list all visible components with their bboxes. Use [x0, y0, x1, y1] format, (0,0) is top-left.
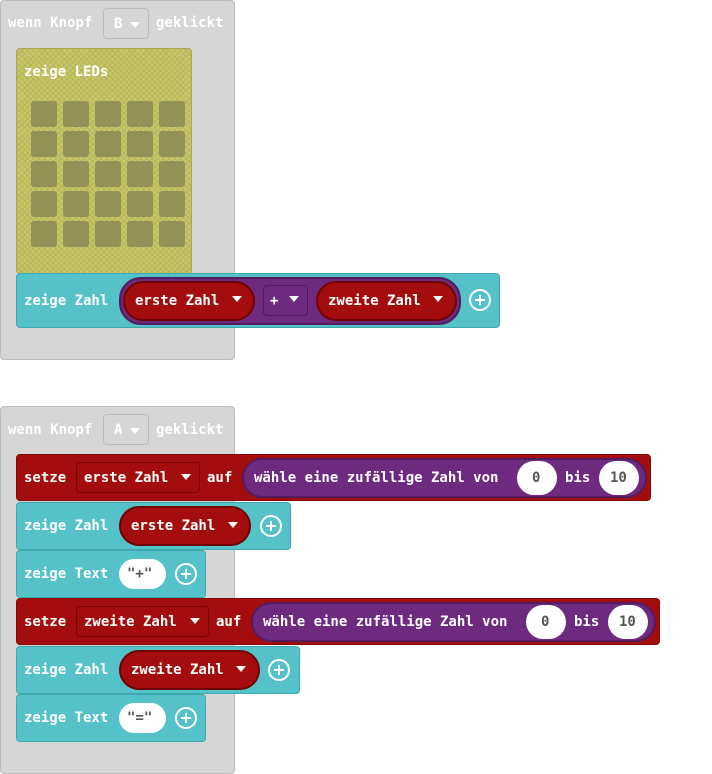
plus-circle-icon[interactable] [175, 707, 197, 729]
chevron-down-icon [289, 296, 299, 302]
led[interactable] [127, 161, 153, 187]
led[interactable] [31, 191, 57, 217]
set-variable-name: erste Zahl [84, 470, 169, 486]
random-from-value: 0 [532, 470, 541, 486]
led[interactable] [127, 101, 153, 127]
led[interactable] [31, 221, 57, 247]
show-text-label: zeige Text [24, 710, 109, 726]
random-to-value: 10 [619, 614, 636, 630]
show-number-label: zeige Zahl [24, 293, 109, 309]
show-leds-label: zeige LEDs [24, 64, 109, 80]
plus-circle-icon[interactable] [175, 563, 197, 585]
led[interactable] [63, 101, 89, 127]
variable-zweite-zahl-label: zweite Zahl [131, 662, 224, 678]
led[interactable] [159, 131, 185, 157]
led[interactable] [31, 101, 57, 127]
operator-value: + [270, 293, 279, 309]
led[interactable] [127, 191, 153, 217]
led[interactable] [31, 161, 57, 187]
chevron-down-icon [232, 296, 242, 302]
set-label: setze [24, 614, 67, 630]
led[interactable] [159, 101, 185, 127]
led[interactable] [159, 221, 185, 247]
variable-zweite-zahl-label: zweite Zahl [328, 293, 421, 309]
led[interactable] [63, 161, 89, 187]
plus-circle-icon[interactable] [260, 515, 282, 537]
random-label: wähle eine zufällige Zahl von [254, 470, 499, 486]
event-a-button-value: A [114, 422, 123, 438]
show-text-label: zeige Text [24, 566, 109, 582]
random-to-value: 10 [610, 470, 627, 486]
chevron-down-icon [236, 666, 246, 672]
led[interactable] [159, 161, 185, 187]
text-value: "=" [127, 710, 153, 726]
chevron-down-icon [130, 428, 140, 434]
to-word-label: bis [565, 470, 591, 486]
led[interactable] [63, 191, 89, 217]
variable-erste-zahl-label: erste Zahl [131, 518, 216, 534]
random-label: wähle eine zufällige Zahl von [263, 614, 508, 630]
led[interactable] [95, 101, 121, 127]
show-number-label: zeige Zahl [24, 518, 109, 534]
text-value: "+" [127, 566, 153, 582]
led[interactable] [127, 131, 153, 157]
led[interactable] [95, 191, 121, 217]
led[interactable] [127, 221, 153, 247]
chevron-down-icon [190, 618, 200, 624]
event-a-clicked-label: geklickt [156, 422, 224, 438]
led[interactable] [31, 131, 57, 157]
led[interactable] [95, 221, 121, 247]
show-number-label: zeige Zahl [24, 662, 109, 678]
chevron-down-icon [130, 22, 140, 28]
chevron-down-icon [433, 296, 443, 302]
chevron-down-icon [181, 474, 191, 480]
led[interactable] [95, 161, 121, 187]
event-b-button-dropdown[interactable]: B [103, 8, 149, 39]
event-a-button-dropdown[interactable]: A [103, 414, 149, 445]
event-a-when-label: wenn Knopf [8, 422, 93, 438]
event-b-when-label: wenn Knopf [8, 15, 93, 31]
led[interactable] [95, 131, 121, 157]
to-label: auf [207, 470, 233, 486]
variable-erste-zahl-label: erste Zahl [135, 293, 220, 309]
event-b-clicked-label: geklickt [156, 15, 224, 31]
led[interactable] [63, 131, 89, 157]
to-label: auf [216, 614, 242, 630]
led[interactable] [159, 191, 185, 217]
random-from-value: 0 [541, 614, 550, 630]
chevron-down-icon [228, 522, 238, 528]
set-variable-name: zweite Zahl [84, 614, 177, 630]
led[interactable] [63, 221, 89, 247]
to-word-label: bis [574, 614, 600, 630]
event-b-button-value: B [114, 16, 123, 32]
plus-circle-icon[interactable] [268, 659, 290, 681]
plus-circle-icon[interactable] [469, 289, 491, 311]
set-label: setze [24, 470, 67, 486]
